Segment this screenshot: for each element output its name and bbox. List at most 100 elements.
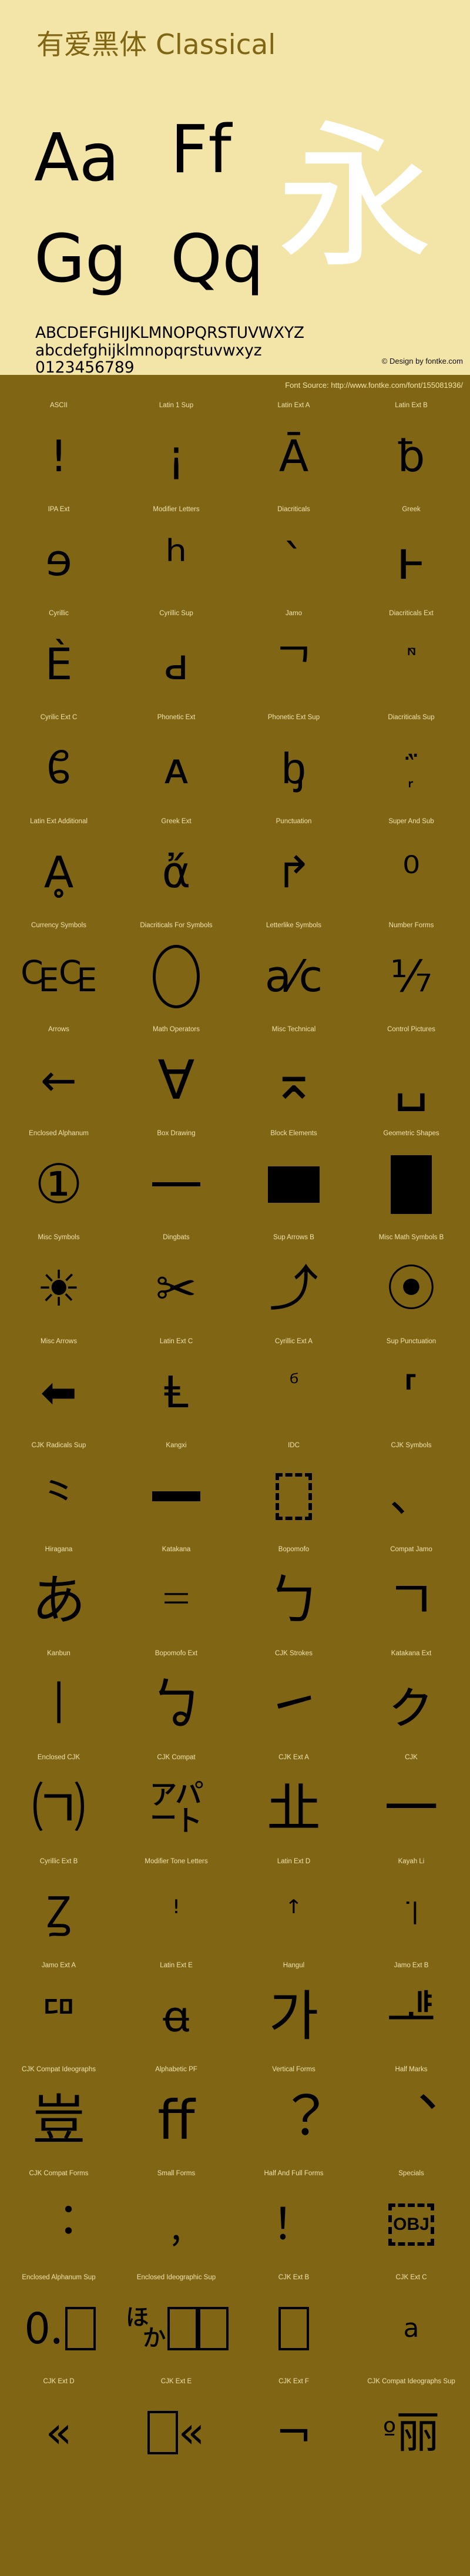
glyph-cell-cjk[interactable]: CJK 一 <box>352 1752 470 1856</box>
glyph-cell-sample: ︖ <box>235 2073 352 2168</box>
glyph-cell-sample: Ā <box>235 409 352 504</box>
glyph-cell-sup-arrows-b[interactable]: Sup Arrows B ⤴ <box>235 1232 352 1336</box>
glyph-cell-label: Enclosed Alphanum Sup <box>0 2274 118 2281</box>
glyph-cell-greek-ext[interactable]: Greek Ext ἄ <box>118 816 235 920</box>
glyph-cell-latin-ext-e[interactable]: Latin Ext E ꬰ <box>118 1960 235 2064</box>
glyph-cell-jamo-ext-a[interactable]: Jamo Ext A ꥠ <box>0 1960 118 2064</box>
glyph-cell-idc[interactable]: IDC <box>235 1440 352 1544</box>
glyph-cell-half-marks[interactable]: Half Marks ︑ <box>352 2064 470 2168</box>
glyph-cell-phonetic-ext-sup[interactable]: Phonetic Ext Sup ᶀ <box>235 712 352 816</box>
glyph-cell-latin-ext-a[interactable]: Latin Ext A Ā <box>235 400 352 504</box>
glyph-cell-cjk-radicals-sup[interactable]: CJK Radicals Sup ⺀ <box>0 1440 118 1544</box>
glyph-cell-misc-math-symbols-b[interactable]: Misc Math Symbols B ⦿ <box>352 1232 470 1336</box>
glyph-cell-sup-punctuation[interactable]: Sup Punctuation ⸢ <box>352 1336 470 1440</box>
glyph-cell-cjk-ext-d[interactable]: CJK Ext D 𫝀 « <box>0 2376 118 2480</box>
glyph-cell-ascii[interactable]: ASCII! <box>0 400 118 504</box>
glyph-cell-latin-ext-d[interactable]: Latin Ext D ꜛ <box>235 1856 352 1960</box>
glyph-cell-box-drawing[interactable]: Box Drawing <box>118 1128 235 1232</box>
glyph-cell-label: Misc Symbols <box>0 1234 118 1241</box>
glyph-cell-half-and-full-forms[interactable]: Half And Full Forms ！ <box>235 2168 352 2272</box>
glyph-char: ︖ <box>267 2094 321 2148</box>
glyph-cell-cjk-ext-a[interactable]: CJK Ext A 㐀 <box>235 1752 352 1856</box>
glyph-char: 豈 <box>32 2094 86 2148</box>
glyph-cell-misc-technical[interactable]: Misc Technical ⌅ <box>235 1024 352 1128</box>
glyph-cell-misc-symbols[interactable]: Misc Symbols ☀ <box>0 1232 118 1336</box>
glyph-cell-cyrillic[interactable]: Cyrillic Ѐ <box>0 608 118 712</box>
glyph-grid-row: Cyrillic Ext B Ꙁ Modifier Tone Letters ꜝ Lat… <box>0 1856 470 1960</box>
glyph-cell-enclosed-alphanum-sup[interactable]: Enclosed Alphanum Sup 🄀 <box>0 2272 118 2376</box>
glyph-cell-enclosed-alphanum[interactable]: Enclosed Alphanum ① <box>0 1128 118 1232</box>
glyph-cell-control-pictures[interactable]: Control Pictures ␣ <box>352 1024 470 1128</box>
glyph-cell-number-forms[interactable]: Number Forms ⅐ <box>352 920 470 1024</box>
glyph-cell-jamo-ext-b[interactable]: Jamo Ext B ힽ <box>352 1960 470 2064</box>
glyph-cell-specials[interactable]: Specials OBJ <box>352 2168 470 2272</box>
glyph-cell-bopomofo[interactable]: Bopomofo ㄅ <box>235 1544 352 1648</box>
glyph-cell-cjk-ext-e[interactable]: CJK Ext E 𫠠 « <box>118 2376 235 2480</box>
glyph-cell-sample: ꥠ <box>0 1969 118 2064</box>
glyph-cell-enclosed-ideographic-sup[interactable]: Enclosed Ideographic Sup 🈀 <box>118 2272 235 2376</box>
glyph-cell-vertical-forms[interactable]: Vertical Forms ︖ <box>235 2064 352 2168</box>
glyph-cell-bopomofo-ext[interactable]: Bopomofo Ext ㆠ <box>118 1648 235 1752</box>
glyph-char: ⤴ <box>269 1264 318 1313</box>
glyph-cell-diacriticals-sup[interactable]: Diacriticals Sup᷊᷀ <box>352 712 470 816</box>
glyph-cell-cjk-strokes[interactable]: CJK Strokes ㇀ <box>235 1648 352 1752</box>
glyph-cell-cyrillic-ext-b[interactable]: Cyrillic Ext B Ꙁ <box>0 1856 118 1960</box>
glyph-cell-cyrillic-sup[interactable]: Cyrillic Sup ԁ <box>118 608 235 712</box>
glyph-cell-small-forms[interactable]: Small Forms ﹐ <box>118 2168 235 2272</box>
glyph-cell-label: Kayah Li <box>352 1858 470 1865</box>
design-credit: © Design by fontke.com <box>382 357 463 365</box>
glyph-cell-latin-1-sup[interactable]: Latin 1 Sup ¡ <box>118 400 235 504</box>
glyph-cell-kanbun[interactable]: Kanbun ㆐ <box>0 1648 118 1752</box>
glyph-cell-super-and-sub[interactable]: Super And Sub ⁰ <box>352 816 470 920</box>
glyph-cell-compat-jamo[interactable]: Compat Jamo ㄱ <box>352 1544 470 1648</box>
glyph-cell-cjk-symbols[interactable]: CJK Symbols 、 <box>352 1440 470 1544</box>
glyph-cell-kangxi[interactable]: Kangxi <box>118 1440 235 1544</box>
glyph-cell-phonetic-ext[interactable]: Phonetic Ext ᴀ <box>118 712 235 816</box>
glyph-cell-hangul[interactable]: Hangul 가 <box>235 1960 352 2064</box>
glyph-cell-cyrilic-ext-c[interactable]: Cyrilic Ext C ᲀ <box>0 712 118 816</box>
glyph-cell-currency-symbols[interactable]: Currency Symbols ₠₠ <box>0 920 118 1024</box>
glyph-cell-cjk-ext-f[interactable]: CJK Ext F 𬺯 ¬ <box>235 2376 352 2480</box>
glyph-cell-hiragana[interactable]: Hiragana あ <box>0 1544 118 1648</box>
glyph-cell-cjk-compat-ideographs[interactable]: CJK Compat Ideographs 豈 <box>0 2064 118 2168</box>
glyph-cell-misc-arrows[interactable]: Misc Arrows ⬅ <box>0 1336 118 1440</box>
glyph-cell-label: Diacriticals <box>235 506 352 513</box>
glyph-cell-cyrillic-ext-a[interactable]: Cyrillic Ext Aⷠ <box>235 1336 352 1440</box>
glyph-cell-kayah-li[interactable]: Kayah Li ꜈ <box>352 1856 470 1960</box>
glyph-cell-geometric-shapes[interactable]: Geometric Shapes <box>352 1128 470 1232</box>
glyph-cell-modifier-tone-letters[interactable]: Modifier Tone Letters ꜝ <box>118 1856 235 1960</box>
glyph-cell-cjk-ext-b[interactable]: CJK Ext B 𠀀 <box>235 2272 352 2376</box>
glyph-cell-diacriticals-ext[interactable]: Diacriticals Extᷠᷡ <box>352 608 470 712</box>
glyph-cell-enclosed-cjk[interactable]: Enclosed CJK ㈀ <box>0 1752 118 1856</box>
glyph-cell-block-elements[interactable]: Block Elements <box>235 1128 352 1232</box>
glyph-cell-katakana[interactable]: Katakana ゠ <box>118 1544 235 1648</box>
glyph-cell-arrows[interactable]: Arrows ← <box>0 1024 118 1128</box>
glyph-char: ㄱ <box>387 1574 437 1628</box>
glyph-cell-label: Specials <box>352 2170 470 2177</box>
glyph-cell-latin-ext-additional[interactable]: Latin Ext Additional Ḁ <box>0 816 118 920</box>
glyph-cell-sample: ⁰ <box>352 825 470 920</box>
glyph-cell-jamo[interactable]: Jamo ᄀ <box>235 608 352 712</box>
glyph-cell-latin-ext-b[interactable]: Latin Ext B ƀ <box>352 400 470 504</box>
glyph-cell-modifier-letters[interactable]: Modifier Letters ʰ <box>118 504 235 608</box>
font-source-link[interactable]: Font Source: http://www.fontke.com/font/… <box>285 381 463 390</box>
glyph-cell-cjk-ext-c[interactable]: CJK Ext C𪜀a <box>352 2272 470 2376</box>
glyph-cell-sample: ⅐ <box>352 929 470 1024</box>
glyph-cell-letterlike-symbols[interactable]: Letterlike Symbols a⁄c <box>235 920 352 1024</box>
glyph-cell-ipa-ext[interactable]: IPA Ext ɘ <box>0 504 118 608</box>
glyph-cell-math-operators[interactable]: Math Operators ∀ <box>118 1024 235 1128</box>
glyph-cell-greek[interactable]: Greek ͱ <box>352 504 470 608</box>
glyph-cell-diacriticals-for-symbols[interactable]: Diacriticals For Symbols <box>118 920 235 1024</box>
glyph-char: ꜈ <box>403 1896 420 1930</box>
glyph-cell-alphabetic-pf[interactable]: Alphabetic PF ff <box>118 2064 235 2168</box>
glyph-cell-cjk-compat-ideographs-sup[interactable]: CJK Compat Ideographs Sup º 丽 <box>352 2376 470 2480</box>
glyph-cell-katakana-ext[interactable]: Katakana Ext ㇰ <box>352 1648 470 1752</box>
glyph-cell-label: Latin Ext A <box>235 402 352 409</box>
glyph-cell-latin-ext-c[interactable]: Latin Ext C Ⱡ <box>118 1336 235 1440</box>
glyph-cell-diacriticals[interactable]: Diacriticals ` <box>235 504 352 608</box>
glyph-cell-dingbats[interactable]: Dingbats ✂ <box>118 1232 235 1336</box>
glyph-cell-cjk-compat[interactable]: CJK Compat ㌀ <box>118 1752 235 1856</box>
glyph-cell-sample: ⷠ <box>235 1345 352 1440</box>
glyph-cell-cjk-compat-forms[interactable]: CJK Compat Forms ︓ <box>0 2168 118 2272</box>
glyph-cell-punctuation[interactable]: Punctuation ↱ <box>235 816 352 920</box>
